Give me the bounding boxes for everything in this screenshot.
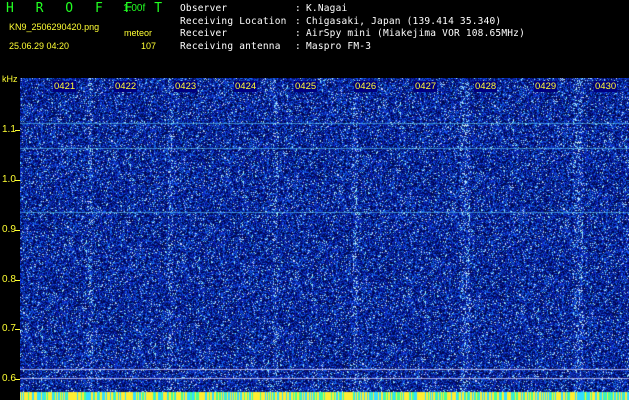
y-tick-label: 0.9 <box>2 224 16 235</box>
time-label: 0423 <box>174 81 198 92</box>
datetime-label: 25.06.29 04:20 <box>9 41 70 51</box>
info-key: Receiving antenna <box>180 40 281 52</box>
info-separator: : <box>295 3 301 14</box>
y-tick-label: 0.8 <box>2 274 16 285</box>
info-value: AirSpy mini (Miakejima VOR 108.65MHz) <box>306 28 526 39</box>
y-tick-label: 1.1 <box>2 124 16 135</box>
meteor-label: meteor <box>124 28 153 38</box>
time-label: 0430 <box>594 81 618 92</box>
y-tick-label: 0.6 <box>2 373 16 384</box>
info-separator: : <box>295 15 301 27</box>
time-label: 0422 <box>114 81 138 92</box>
info-separator: : <box>295 28 301 39</box>
info-value: Maspro FM-3 <box>306 40 372 52</box>
y-tick-label: 0.7 <box>2 323 16 334</box>
info-key: Receiving Location <box>180 15 287 27</box>
time-label: 0424 <box>234 81 258 92</box>
time-label: 0427 <box>414 81 438 92</box>
version-label: 1.00f <box>123 3 146 14</box>
y-axis-unit: kHz <box>2 74 18 84</box>
info-key: Receiver <box>180 28 228 39</box>
info-value: K.Nagai <box>306 3 348 14</box>
spectrogram-canvas <box>20 78 629 400</box>
y-tick-label: 1.0 <box>2 174 16 185</box>
header-panel: H R O F F T 1.00f KN9_2506290420.png met… <box>0 0 629 74</box>
filename-label: KN9_2506290420.png <box>9 22 100 32</box>
time-label: 0425 <box>294 81 318 92</box>
meteor-count: 107 <box>141 41 157 51</box>
time-label: 0421 <box>53 81 77 92</box>
time-label: 0426 <box>354 81 378 92</box>
time-label: 0428 <box>474 81 498 92</box>
info-separator: : <box>295 40 301 52</box>
info-key: Observer <box>180 3 228 14</box>
info-value: Chigasaki, Japan (139.414 35.340) <box>306 15 502 27</box>
time-label: 0429 <box>534 81 558 92</box>
